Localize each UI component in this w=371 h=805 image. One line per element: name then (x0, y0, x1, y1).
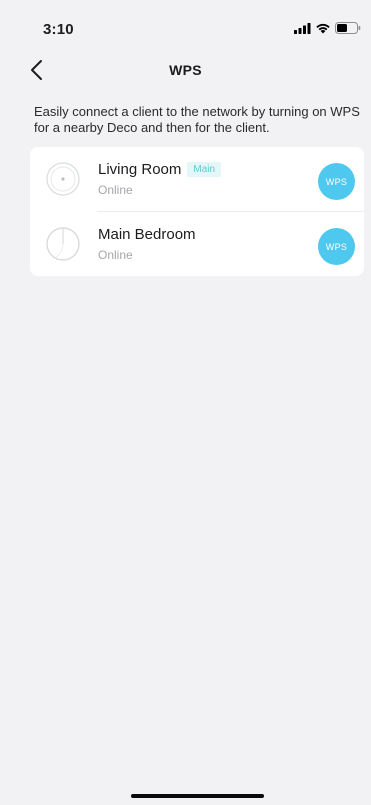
device-name: Living Room (98, 161, 182, 178)
home-indicator[interactable] (131, 794, 264, 798)
device-status: Online (98, 248, 133, 262)
list-item: Main Bedroom Online WPS (30, 212, 364, 276)
device-name: Main Bedroom (98, 226, 196, 243)
device-name-line: Main Bedroom (98, 226, 196, 243)
wps-button-living-room[interactable]: WPS (318, 163, 355, 200)
status-time: 3:10 (43, 21, 74, 38)
wps-button-main-bedroom[interactable]: WPS (318, 228, 355, 265)
status-bar: 3:10 (0, 0, 371, 52)
device-status: Online (98, 183, 133, 197)
status-icons (294, 22, 361, 34)
deco-device-icon (46, 227, 80, 261)
battery-icon (335, 22, 361, 34)
cellular-signal-icon (294, 22, 311, 34)
device-list: Living Room Main Online WPS Main Bedroom… (30, 147, 364, 276)
list-item: Living Room Main Online WPS (30, 147, 364, 211)
main-badge: Main (187, 162, 222, 177)
deco-round-device-icon (46, 162, 80, 196)
wps-description: Easily connect a client to the network b… (34, 104, 360, 135)
page-title: WPS (169, 62, 202, 78)
nav-bar: WPS (0, 52, 371, 88)
device-name-line: Living Room Main (98, 161, 222, 178)
wifi-icon (316, 23, 330, 33)
